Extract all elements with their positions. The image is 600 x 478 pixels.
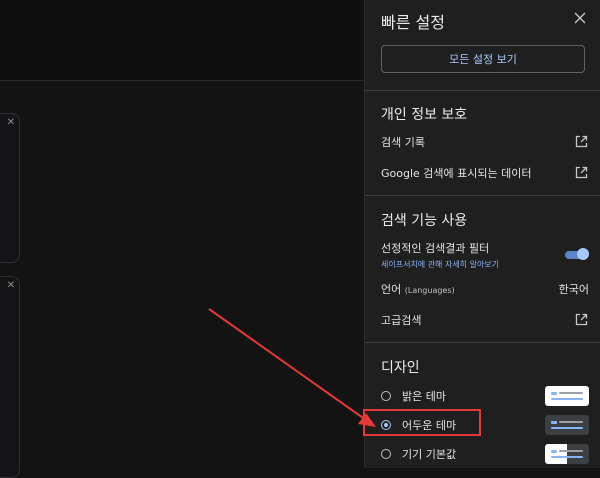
annotation-arrow-icon bbox=[208, 308, 376, 427]
